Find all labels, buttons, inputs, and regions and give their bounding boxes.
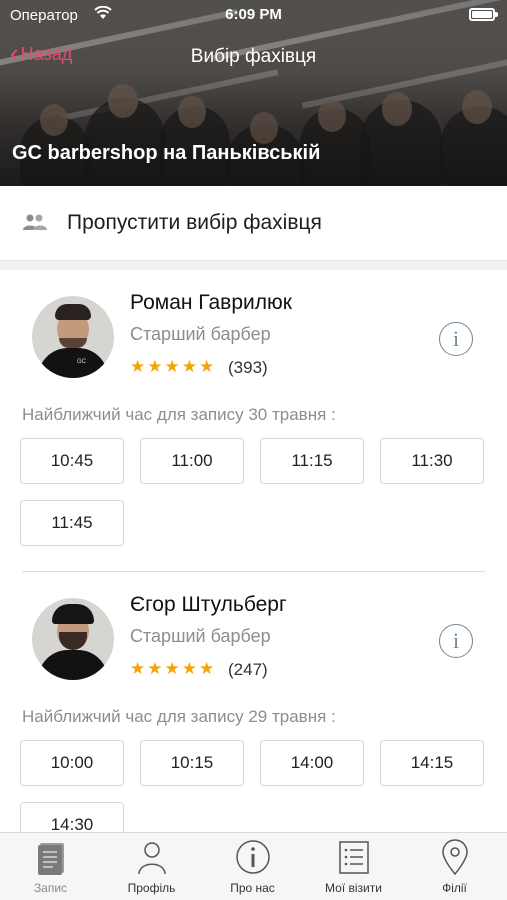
tab-branches[interactable]: Філії: [404, 833, 505, 900]
info-icon: [235, 840, 270, 874]
avatar-beard: [59, 338, 87, 348]
info-icon[interactable]: i: [439, 322, 473, 356]
time-slot-button[interactable]: 11:00: [140, 438, 244, 484]
star-rating: ★★★★★: [130, 659, 217, 678]
avatar-shirt-logo: GC: [77, 359, 86, 365]
time-slot-button[interactable]: 14:15: [380, 740, 484, 786]
clock: 6:09 PM: [225, 6, 282, 23]
nearest-time-label: Найближчий час для запису 30 травня :: [22, 405, 336, 424]
tab-label: Запис: [33, 881, 68, 895]
star-rating: ★★★★★: [130, 357, 217, 376]
avatar-cap: [52, 604, 94, 624]
avatar-shirt: [38, 650, 108, 680]
time-slot-button[interactable]: 11:15: [260, 438, 364, 484]
status-bar: Оператор 6:09 PM: [0, 0, 507, 30]
avatar[interactable]: [32, 598, 114, 680]
tab-label: Мої візити: [325, 881, 382, 895]
tab-label: Про нас: [230, 881, 275, 895]
review-count: (393): [228, 358, 268, 377]
page-title: Вибір фахівця: [190, 46, 317, 67]
navigation-bar: ‹ Назад Вибір фахівця: [0, 40, 507, 74]
time-slot-button[interactable]: 11:45: [20, 500, 124, 546]
skip-specialist-row[interactable]: Пропустити вибір фахівця: [0, 186, 507, 260]
list-icon: [338, 841, 369, 874]
specialist-role: Старший барбер: [130, 324, 271, 344]
avatar-shirt: [38, 348, 108, 378]
tab-booking[interactable]: Запис: [0, 833, 101, 900]
battery-icon: [469, 8, 498, 21]
specialist-name[interactable]: Роман Гаврилюк: [130, 291, 292, 315]
people-icon: [22, 213, 48, 231]
time-slot-button[interactable]: 10:15: [140, 740, 244, 786]
user-icon: [137, 842, 166, 875]
tab-my-visits[interactable]: Мої візити: [303, 833, 404, 900]
info-icon[interactable]: i: [439, 624, 473, 658]
location-pin-icon: [441, 839, 468, 875]
time-slot-button[interactable]: 10:00: [20, 740, 124, 786]
tab-bar: Запис Профіль Про нас Мої візити Філії: [0, 832, 507, 900]
time-slot-button[interactable]: 10:45: [20, 438, 124, 484]
specialist-role: Старший барбер: [130, 626, 271, 646]
nearest-time-label: Найближчий час для запису 29 травня :: [22, 707, 336, 726]
time-slot-button[interactable]: 11:30: [380, 438, 484, 484]
branch-name: GC barbershop на Паньківській: [12, 142, 321, 164]
avatar[interactable]: GC: [32, 296, 114, 378]
tab-label: Профіль: [127, 881, 176, 895]
header-banner: Оператор 6:09 PM ‹ Назад Вибір фахівця G…: [0, 0, 507, 186]
specialist-name[interactable]: Єгор Штульберг: [130, 593, 287, 617]
time-slot-button[interactable]: 14:00: [260, 740, 364, 786]
section-separator: [0, 260, 507, 270]
skip-label: Пропустити вибір фахівця: [67, 211, 322, 234]
notebook-icon: [37, 843, 64, 875]
tab-about[interactable]: Про нас: [202, 833, 303, 900]
tab-profile[interactable]: Профіль: [101, 833, 202, 900]
avatar-hair: [55, 304, 91, 320]
avatar-beard: [59, 632, 87, 650]
card-divider: [22, 571, 485, 572]
review-count: (247): [228, 660, 268, 679]
tab-label: Філії: [442, 881, 467, 895]
